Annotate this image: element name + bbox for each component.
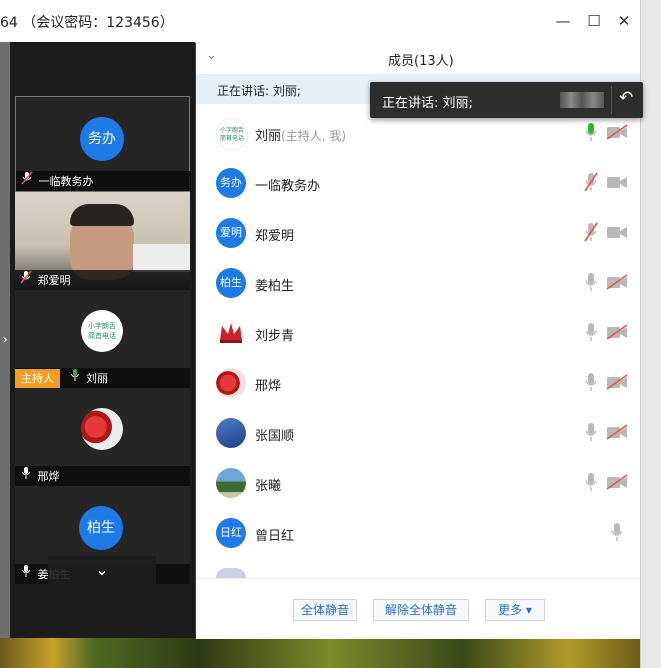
member-row[interactable]: 日红 曾日红 [196, 508, 640, 558]
back-icon[interactable]: ↶ [619, 88, 633, 108]
member-role: (主持人, 我) [281, 129, 347, 143]
mic-active-icon [69, 368, 83, 389]
speaking-tooltip: 正在讲话: 刘丽; ↶ [370, 82, 643, 118]
mic-icon[interactable] [584, 322, 598, 342]
members-panel-header: ⌄ 成员(13人) [196, 42, 640, 74]
tile-name: 邢烨 [37, 470, 60, 483]
member-name: 张曦 [255, 479, 282, 494]
member-name: 刘丽(主持人, 我) [255, 129, 347, 144]
tile-name: 刘丽 [86, 372, 108, 385]
unmute-all-button[interactable]: 解除全体静音 [373, 599, 469, 621]
member-name: 曾日红 [255, 529, 295, 544]
tile-name: 一临教务办 [38, 175, 94, 188]
mic-muted-icon [21, 171, 35, 192]
member-avatar: 务办 [216, 168, 246, 198]
member-avatar: 柏生 [216, 268, 246, 298]
camera-icon[interactable] [606, 224, 628, 240]
avatar: 小字朗舌 简首电话 [81, 310, 123, 352]
camera-off-icon[interactable] [606, 374, 628, 390]
side-arrow-icon[interactable]: › [0, 330, 10, 350]
audio-level-icon [560, 92, 604, 108]
expand-tiles-button[interactable]: ⌄ [48, 556, 156, 584]
member-row[interactable]: 邢烨 [196, 358, 640, 408]
tile-label: 主持人 刘丽 [15, 368, 190, 389]
video-tile[interactable]: 小字朗舌 简首电话 主持人 刘丽 [15, 290, 190, 389]
background-object [133, 244, 190, 272]
member-avatar: 爱明 [216, 218, 246, 248]
member-row[interactable]: 张曦 [196, 458, 640, 508]
member-name: 张国顺 [255, 429, 295, 444]
tooltip-text: 正在讲话: 刘丽; [382, 96, 473, 111]
camera-off-icon[interactable] [606, 324, 628, 340]
title-bar: 64 （会议密码：123456） — ☐ ✕ [0, 0, 640, 43]
camera-off-icon[interactable] [606, 474, 628, 490]
member-name: 刘步青 [255, 329, 295, 344]
mic-muted-icon[interactable] [584, 172, 598, 192]
members-count-title: 成员(13人) [388, 54, 454, 69]
svg-text:小字朗舌: 小字朗舌 [88, 321, 116, 330]
collapse-icon[interactable]: ⌄ [206, 48, 217, 63]
svg-text:简首电话: 简首电话 [220, 134, 244, 142]
mic-icon [20, 564, 34, 585]
mic-icon [20, 466, 34, 487]
member-avatar: 日红 [216, 518, 246, 548]
mic-muted-icon [20, 270, 34, 291]
member-name: 姜柏生 [255, 279, 295, 294]
tile-label: 一临教务办 [16, 171, 191, 191]
more-button[interactable]: 更多 ▾ [485, 599, 545, 621]
participant-hair [70, 204, 134, 226]
member-avatar [216, 468, 246, 498]
member-row[interactable]: 刘步青 [196, 308, 640, 358]
mic-icon[interactable] [584, 372, 598, 392]
member-row[interactable]: 爱明 郑爱明 [196, 208, 640, 258]
speaking-text: 正在讲话: 刘丽; [217, 84, 301, 98]
mic-icon[interactable] [610, 522, 624, 542]
member-avatar [216, 368, 246, 398]
avatar [81, 408, 123, 450]
camera-off-icon[interactable] [606, 274, 628, 290]
video-tile[interactable]: 务办 一临教务办 [15, 96, 191, 192]
member-name: 郑爱明 [255, 229, 295, 244]
avatar: 柏生 [79, 506, 123, 550]
mic-muted-icon[interactable] [584, 222, 598, 242]
mic-active-icon[interactable] [584, 122, 598, 142]
member-row[interactable]: 柏生 姜柏生 [196, 258, 640, 308]
tile-label: 邢烨 [15, 466, 190, 486]
member-row[interactable]: 务办 一临教务办 [196, 158, 640, 208]
mic-icon[interactable] [584, 422, 598, 442]
members-footer: 全体静音 解除全体静音 更多 ▾ [196, 578, 640, 639]
tile-label: 郑爱明 [15, 270, 190, 290]
desktop-edge [640, 0, 661, 668]
minimize-button[interactable]: — [552, 10, 574, 32]
tile-name: 郑爱明 [37, 274, 71, 287]
divider [611, 86, 612, 114]
camera-off-icon[interactable] [606, 124, 628, 140]
video-tile[interactable]: 邢烨 [15, 388, 190, 486]
mic-icon[interactable] [584, 472, 598, 492]
svg-text:简首电话: 简首电话 [88, 331, 116, 340]
video-tile[interactable]: 郑爱明 [15, 192, 190, 290]
member-name: 邢烨 [255, 379, 282, 394]
meeting-title: 64 （会议密码：123456） [0, 15, 174, 31]
member-avatar [216, 318, 246, 348]
close-button[interactable]: ✕ [613, 10, 635, 32]
camera-icon[interactable] [606, 174, 628, 190]
member-avatar: 小字朗舌 简首电话 [216, 118, 248, 150]
mic-icon[interactable] [584, 272, 598, 292]
member-avatar [216, 418, 246, 448]
member-avatar [216, 568, 246, 578]
maximize-button[interactable]: ☐ [583, 10, 605, 32]
svg-text:小字朗舌: 小字朗舌 [220, 126, 244, 134]
member-row[interactable]: 张国顺 [196, 408, 640, 458]
camera-off-icon[interactable] [606, 424, 628, 440]
member-name: 一临教务办 [255, 179, 321, 194]
host-tag: 主持人 [15, 369, 60, 389]
desktop-background [0, 638, 661, 668]
avatar: 务办 [80, 117, 124, 161]
mute-all-button[interactable]: 全体静音 [293, 599, 357, 621]
